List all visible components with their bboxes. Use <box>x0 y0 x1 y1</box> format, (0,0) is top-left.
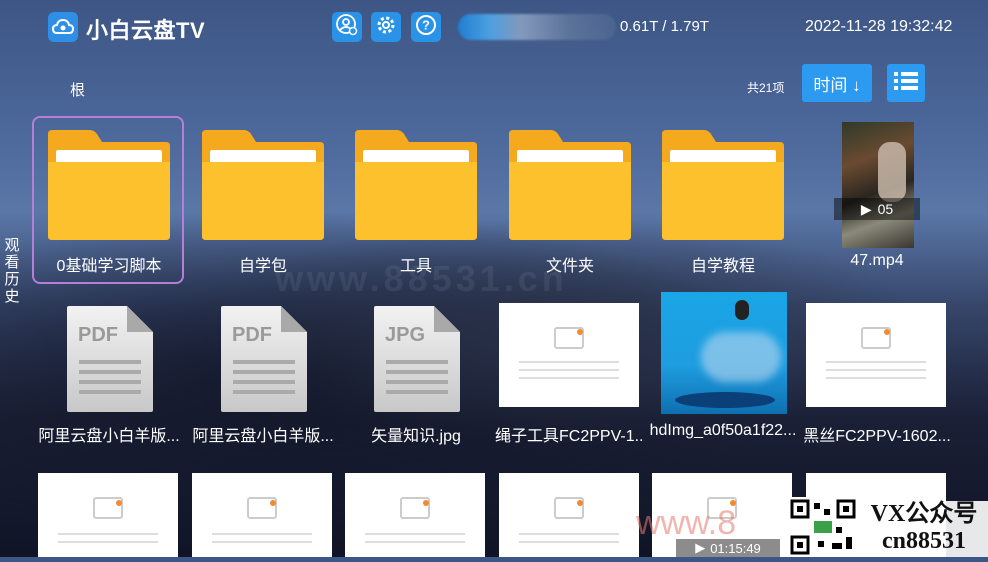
image-thumbnail <box>661 292 787 414</box>
jpg-file-icon <box>374 306 460 412</box>
user-settings-button[interactable] <box>332 12 362 42</box>
file-name: 自学教程 <box>690 258 755 275</box>
image-placeholder-thumbnail[interactable] <box>499 473 639 557</box>
video-thumbnail <box>842 122 914 248</box>
folder-tile[interactable]: 自学包 <box>188 120 338 280</box>
image-placeholder-thumbnail[interactable] <box>38 473 178 557</box>
cloud-logo-icon <box>48 12 78 42</box>
folder-tile[interactable]: 文件夹 <box>495 120 645 280</box>
file-name: 47.mp4 <box>850 252 904 269</box>
file-name: 工具 <box>399 258 432 275</box>
file-name: 文件夹 <box>545 258 594 275</box>
breadcrumb[interactable]: 根 <box>70 79 85 100</box>
pdf-file-icon <box>221 306 307 412</box>
user-settings-icon <box>336 13 358 41</box>
account-info-blurred <box>458 14 616 40</box>
view-toggle-button[interactable] <box>887 64 925 102</box>
watermark-line: VX公众号 <box>870 501 978 527</box>
folder-icon <box>662 130 784 240</box>
file-name: 黑丝FC2PPV-1602... <box>803 428 951 445</box>
file-name: 阿里云盘小白羊版... <box>192 428 334 445</box>
watermark-line: cn88531 <box>882 528 966 554</box>
file-name: 阿里云盘小白羊版... <box>38 428 180 445</box>
pdf-file-tile[interactable]: PDF 阿里云盘小白羊版... <box>188 296 338 446</box>
wechat-watermark: VX公众号 cn88531 <box>860 501 988 557</box>
datetime: 2022-11-28 19:32:42 <box>805 18 953 35</box>
file-type-badge: JPG <box>384 324 426 346</box>
svg-text:?: ? <box>422 17 430 32</box>
folder-icon <box>202 130 324 240</box>
file-name: 绳子工具FC2PPV-1... <box>495 428 645 445</box>
video-tile[interactable]: ▶ 05 47.mp4 <box>802 120 952 280</box>
folder-tile[interactable]: 自学教程 <box>648 120 798 280</box>
file-type-badge: PDF <box>232 324 272 346</box>
folder-icon <box>355 130 477 240</box>
folder-tile[interactable]: 工具 <box>341 120 491 280</box>
image-file-tile[interactable]: hdImg_a0f50a1f22... <box>648 292 798 446</box>
folder-icon <box>509 130 631 240</box>
image-placeholder-thumbnail <box>806 303 946 407</box>
app-title: 小白云盘TV <box>86 18 206 43</box>
file-name: 自学包 <box>238 258 287 275</box>
settings-button[interactable] <box>371 12 401 42</box>
folder-icon <box>48 130 170 240</box>
play-icon: ▶ <box>860 200 872 217</box>
help-button[interactable]: ? <box>411 12 441 42</box>
pdf-file-tile[interactable]: PDF 阿里云盘小白羊版... <box>34 296 184 446</box>
pdf-file-icon <box>67 306 153 412</box>
image-placeholder-thumbnail[interactable] <box>345 473 485 557</box>
item-count: 共21项 <box>747 81 785 95</box>
video-duration: 05 <box>877 201 894 217</box>
watch-history-tab[interactable]: 观看历史 <box>2 237 22 305</box>
gear-icon <box>375 14 397 41</box>
storage-usage: 0.61T / 1.79T <box>620 18 709 35</box>
image-placeholder-thumbnail[interactable] <box>192 473 332 557</box>
image-placeholder-thumbnail <box>499 303 639 407</box>
jpg-file-tile[interactable]: JPG 矢量知识.jpg <box>341 296 491 446</box>
folder-tile[interactable]: 0基础学习脚本 <box>34 120 184 280</box>
qr-code-icon <box>788 497 858 557</box>
list-view-icon <box>893 70 919 97</box>
help-icon: ? <box>415 14 437 41</box>
image-file-tile[interactable]: 黑丝FC2PPV-1602... <box>802 296 952 446</box>
file-name: 0基础学习脚本 <box>56 258 162 275</box>
file-type-badge: PDF <box>78 324 118 346</box>
watermark-url: www.8 <box>636 504 737 542</box>
sort-button[interactable]: 时间 ↓ <box>802 64 872 102</box>
file-name: hdImg_a0f50a1f22... <box>649 422 797 439</box>
video-duration-overlay: ▶ 05 <box>834 198 920 220</box>
file-name: 矢量知识.jpg <box>371 428 461 445</box>
image-file-tile[interactable]: 绳子工具FC2PPV-1... <box>495 296 645 446</box>
